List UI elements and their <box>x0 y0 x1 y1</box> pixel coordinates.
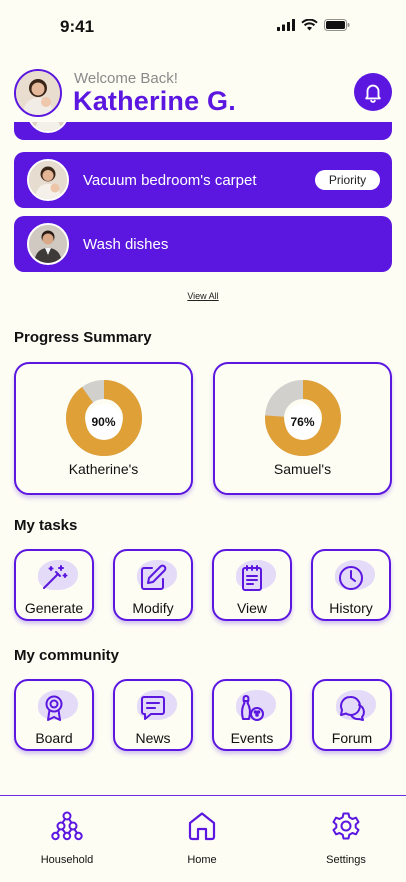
task-label: Vacuum bedroom's carpet <box>83 172 257 189</box>
task-card[interactable]: Wash dishes <box>14 216 392 272</box>
events-button[interactable]: Events <box>212 679 292 751</box>
magic-wand-icon <box>43 565 68 589</box>
modify-button[interactable]: Modify <box>113 549 193 621</box>
battery-icon <box>324 19 350 31</box>
view-button[interactable]: View <box>212 549 292 621</box>
progress-name: Samuel's <box>273 461 332 477</box>
clock-icon <box>339 566 363 590</box>
progress-percent: 76% <box>284 404 321 440</box>
task-card[interactable]: Vacuum bedroom's carpet Priority <box>14 152 392 208</box>
bell-icon <box>365 84 381 103</box>
progress-card[interactable]: 76% Samuel's <box>213 362 392 495</box>
nav-settings[interactable]: Settings <box>296 810 396 870</box>
tile-label: Forum <box>331 730 373 746</box>
progress-summary-title: Progress Summary <box>14 329 152 346</box>
task-avatar <box>27 122 69 133</box>
tile-label: News <box>135 730 171 746</box>
message-icon <box>141 696 165 720</box>
household-icon <box>51 811 83 841</box>
settings-icon <box>332 812 360 840</box>
task-card-partial[interactable] <box>14 122 392 140</box>
nav-label: Household <box>40 854 94 866</box>
tile-label: Generate <box>24 600 84 616</box>
edit-icon <box>141 564 167 590</box>
board-button[interactable]: Board <box>14 679 94 751</box>
home-icon <box>188 812 216 841</box>
my-community-title: My community <box>14 647 120 664</box>
bowling-icon <box>241 695 264 721</box>
chat-bubbles-icon <box>340 695 365 721</box>
tile-label: Events <box>230 730 274 746</box>
assignee-photo <box>29 161 67 199</box>
document-icon <box>242 565 262 591</box>
profile-photo <box>16 71 60 115</box>
award-icon <box>45 695 63 721</box>
header: Welcome Back! Katherine G. <box>0 66 406 122</box>
history-button[interactable]: History <box>311 549 391 621</box>
tile-label: Modify <box>132 600 174 616</box>
cellular-signal-icon <box>277 19 295 31</box>
view-all-link[interactable]: View All <box>0 291 406 301</box>
nav-label: Home <box>187 854 217 866</box>
wifi-icon <box>301 19 318 31</box>
status-time: 9:41 <box>60 17 95 36</box>
task-label: Wash dishes <box>83 236 169 253</box>
status-icons <box>277 19 350 31</box>
assignee-photo <box>29 225 67 263</box>
progress-name: Katherine's <box>68 461 139 477</box>
forum-button[interactable]: Forum <box>312 679 392 751</box>
user-avatar[interactable] <box>14 69 62 117</box>
priority-badge: Priority <box>315 170 380 190</box>
nav-household[interactable]: Household <box>17 810 117 870</box>
status-bar: 9:41 <box>0 0 406 52</box>
generate-button[interactable]: Generate <box>14 549 94 621</box>
news-button[interactable]: News <box>113 679 193 751</box>
bottom-nav: Household Home Settings <box>0 795 406 882</box>
welcome-text: Welcome Back! <box>74 70 178 87</box>
assignee-photo <box>29 122 67 131</box>
nav-home[interactable]: Home <box>152 810 252 870</box>
progress-card[interactable]: 90% Katherine's <box>14 362 193 495</box>
task-list: Vacuum bedroom's carpet Priority Wash di… <box>14 122 392 274</box>
nav-label: Settings <box>326 854 366 866</box>
tile-label: View <box>236 600 268 616</box>
task-avatar <box>27 223 69 265</box>
my-tasks-title: My tasks <box>14 517 78 534</box>
user-name: Katherine G. <box>73 86 236 116</box>
tile-label: Board <box>35 730 73 746</box>
progress-percent: 90% <box>85 404 122 440</box>
tile-label: History <box>329 600 373 616</box>
notifications-button[interactable] <box>354 73 392 111</box>
task-avatar <box>27 159 69 201</box>
